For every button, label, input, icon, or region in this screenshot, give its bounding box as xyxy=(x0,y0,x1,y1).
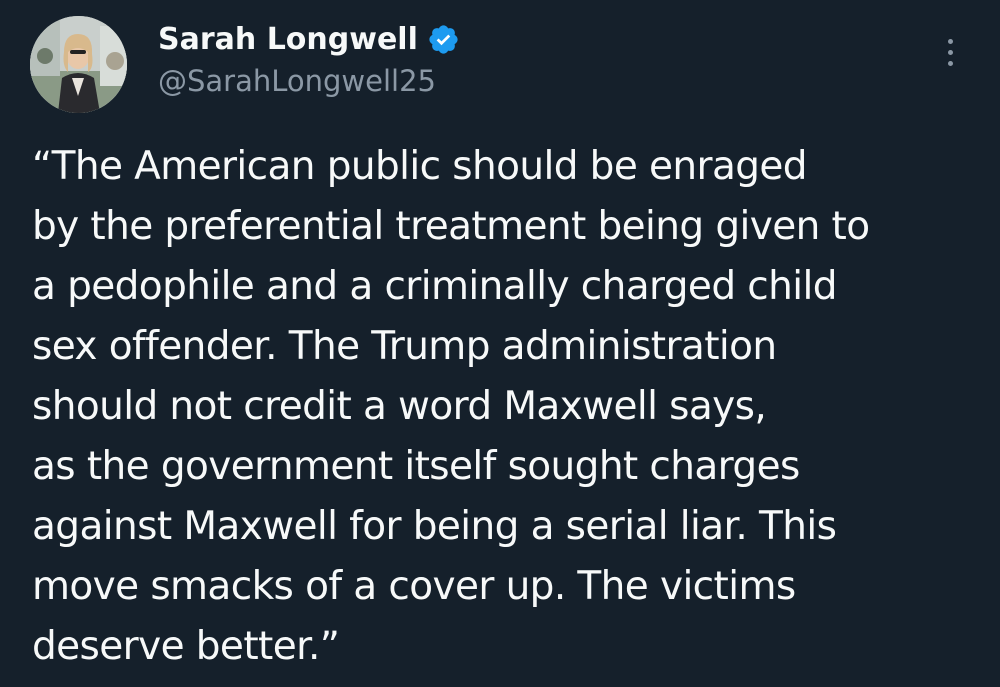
tweet-text-line: against Maxwell for being a serial liar.… xyxy=(32,504,837,549)
tweet-text-line: “The American public should be enraged xyxy=(32,144,808,189)
tweet-text-line: sex offender. The Trump administration xyxy=(32,324,777,369)
more-dot xyxy=(947,38,953,44)
tweet-text-line: as the government itself sought charges xyxy=(32,444,800,489)
more-dot xyxy=(947,49,953,55)
more-dot xyxy=(947,60,953,66)
tweet-text-line: deserve better.” xyxy=(32,624,340,669)
avatar-photo xyxy=(30,16,127,113)
tweet-text-line: a pedophile and a criminally charged chi… xyxy=(32,264,837,309)
tweet-text: “The American public should be enraged b… xyxy=(32,137,982,677)
tweet-text-line: move smacks of a cover up. The victims xyxy=(32,564,796,609)
author-row: Sarah Longwell xyxy=(158,17,460,61)
tweet-card: Sarah Longwell @SarahLongwell25 “The Ame… xyxy=(0,0,1000,687)
tweet-text-line: by the preferential treatment being give… xyxy=(32,204,870,249)
author-handle[interactable]: @SarahLongwell25 xyxy=(158,64,436,98)
more-options-icon[interactable] xyxy=(932,30,968,74)
tweet-text-line: should not credit a word Maxwell says, xyxy=(32,384,767,429)
display-name[interactable]: Sarah Longwell xyxy=(158,22,418,57)
avatar[interactable] xyxy=(30,16,127,113)
verified-badge-icon[interactable] xyxy=(427,23,460,56)
